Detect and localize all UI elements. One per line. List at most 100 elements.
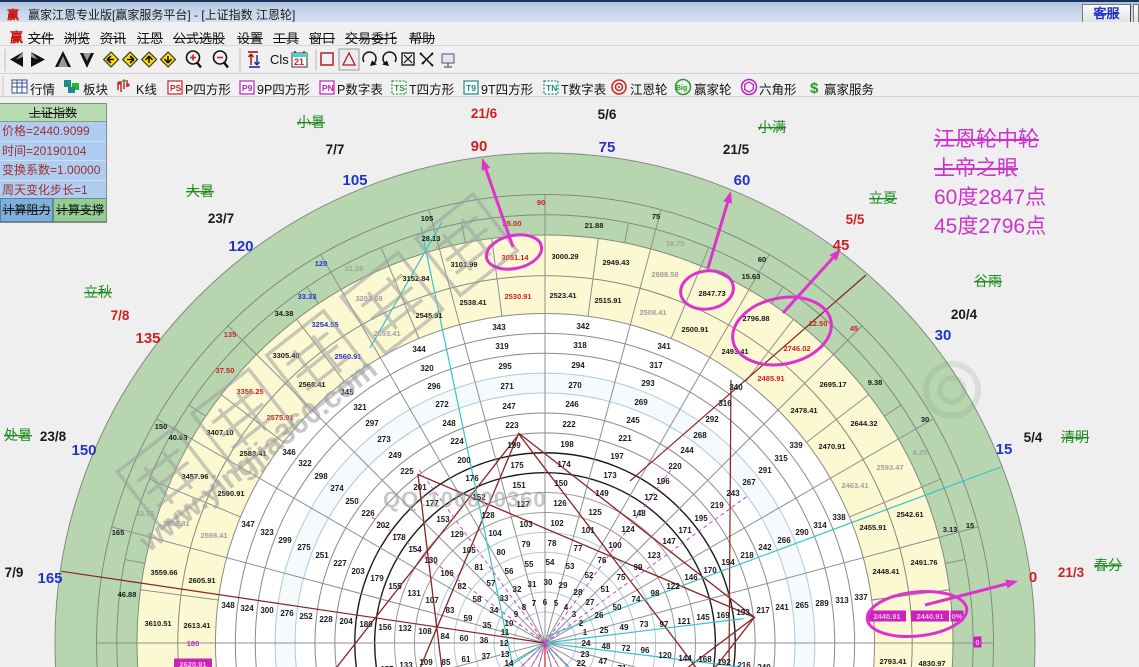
svg-text:2538.41: 2538.41 <box>459 298 486 307</box>
svg-text:60度2847点: 60度2847点 <box>934 186 1046 209</box>
svg-text:180: 180 <box>359 620 373 629</box>
svg-text:4: 4 <box>564 603 569 612</box>
svg-text:122: 122 <box>666 582 680 591</box>
svg-text:7/7: 7/7 <box>326 142 345 157</box>
svg-text:106: 106 <box>440 569 454 578</box>
svg-text:105: 105 <box>342 172 367 189</box>
svg-text:84: 84 <box>441 632 450 641</box>
svg-text:317: 317 <box>649 361 663 370</box>
svg-text:21.88: 21.88 <box>585 221 604 230</box>
svg-text:立秋: 立秋 <box>84 284 112 300</box>
svg-text:52: 52 <box>585 571 594 580</box>
svg-text:28.13: 28.13 <box>422 234 441 243</box>
svg-text:22: 22 <box>577 659 586 667</box>
svg-text:144: 144 <box>678 654 692 663</box>
svg-text:241: 241 <box>775 603 789 612</box>
svg-text:4830.97: 4830.97 <box>918 659 945 667</box>
svg-text:318: 318 <box>573 341 587 350</box>
svg-text:269: 269 <box>634 398 648 407</box>
svg-text:221: 221 <box>618 434 632 443</box>
svg-text:275: 275 <box>297 543 311 552</box>
svg-text:290: 290 <box>795 528 809 537</box>
svg-text:268: 268 <box>693 431 707 440</box>
svg-text:252: 252 <box>299 612 313 621</box>
svg-text:220: 220 <box>668 462 682 471</box>
svg-text:PS: PS <box>170 83 182 93</box>
svg-text:217: 217 <box>756 606 770 615</box>
svg-text:172: 172 <box>644 493 658 502</box>
svg-text:37: 37 <box>482 652 491 661</box>
svg-text:7/8: 7/8 <box>111 308 130 323</box>
svg-text:132: 132 <box>398 624 412 633</box>
svg-text:36: 36 <box>480 636 489 645</box>
svg-text:77: 77 <box>574 544 583 553</box>
svg-text:125: 125 <box>588 508 602 517</box>
svg-text:192: 192 <box>717 658 731 667</box>
svg-text:73: 73 <box>640 620 649 629</box>
svg-text:TN: TN <box>546 83 557 93</box>
svg-text:49: 49 <box>620 623 629 632</box>
svg-text:148: 148 <box>632 509 646 518</box>
svg-text:97: 97 <box>660 620 669 629</box>
svg-text:344: 344 <box>412 345 426 354</box>
svg-text:300: 300 <box>260 606 274 615</box>
svg-text:104: 104 <box>488 529 502 538</box>
svg-text:100: 100 <box>608 541 622 550</box>
svg-text:2613.41: 2613.41 <box>183 621 210 630</box>
svg-text:320: 320 <box>420 364 434 373</box>
svg-text:120: 120 <box>658 651 672 660</box>
svg-text:45: 45 <box>833 237 850 254</box>
svg-text:2695.17: 2695.17 <box>819 380 846 389</box>
svg-text:0: 0 <box>1029 569 1037 586</box>
svg-text:204: 204 <box>339 617 353 626</box>
svg-text:56: 56 <box>505 567 514 576</box>
svg-text:2793.41: 2793.41 <box>879 657 906 666</box>
svg-text:225: 225 <box>400 467 414 476</box>
svg-text:21/5: 21/5 <box>723 142 750 157</box>
svg-text:2620.91: 2620.91 <box>179 660 206 667</box>
svg-text:227: 227 <box>333 559 347 568</box>
svg-text:124: 124 <box>621 525 635 534</box>
svg-text:6.25: 6.25 <box>913 448 928 457</box>
svg-text:3.13: 3.13 <box>943 525 958 534</box>
svg-text:266: 266 <box>777 536 791 545</box>
svg-text:谷雨: 谷雨 <box>974 273 1002 289</box>
svg-text:347: 347 <box>241 520 255 529</box>
svg-text:319: 319 <box>495 342 509 351</box>
svg-text:46.88: 46.88 <box>118 590 137 599</box>
svg-text:80: 80 <box>497 548 506 557</box>
svg-text:33: 33 <box>500 594 509 603</box>
svg-text:90: 90 <box>471 138 488 155</box>
svg-text:337: 337 <box>854 593 868 602</box>
svg-text:173: 173 <box>603 471 617 480</box>
svg-text:99: 99 <box>634 563 643 572</box>
svg-text:228: 228 <box>319 615 333 624</box>
svg-text:195: 195 <box>694 514 708 523</box>
svg-text:81: 81 <box>475 563 484 572</box>
svg-text:131: 131 <box>407 589 421 598</box>
svg-text:193: 193 <box>736 608 750 617</box>
svg-text:处暑: 处暑 <box>4 427 32 443</box>
svg-text:150: 150 <box>155 422 168 431</box>
svg-text:179: 179 <box>370 574 384 583</box>
svg-text:江恩轮中轮: 江恩轮中轮 <box>934 128 1039 151</box>
svg-text:23/7: 23/7 <box>208 211 234 226</box>
svg-text:PN: PN <box>322 83 334 93</box>
svg-text:7/9: 7/9 <box>5 565 24 580</box>
svg-text:15: 15 <box>966 521 974 530</box>
svg-text:121: 121 <box>677 617 691 626</box>
svg-text:294: 294 <box>571 361 585 370</box>
svg-text:343: 343 <box>492 323 506 332</box>
svg-text:324: 324 <box>240 604 254 613</box>
svg-text:247: 247 <box>502 402 516 411</box>
svg-text:51: 51 <box>601 585 610 594</box>
svg-text:9: 9 <box>514 610 519 619</box>
svg-text:2949.43: 2949.43 <box>602 258 629 267</box>
svg-text:315: 315 <box>774 454 788 463</box>
svg-text:85: 85 <box>442 658 451 667</box>
svg-text:243: 243 <box>726 489 740 498</box>
svg-text:春分: 春分 <box>1094 557 1122 573</box>
svg-text:26: 26 <box>595 611 604 620</box>
svg-text:小满: 小满 <box>758 119 786 135</box>
svg-text:28: 28 <box>574 588 583 597</box>
